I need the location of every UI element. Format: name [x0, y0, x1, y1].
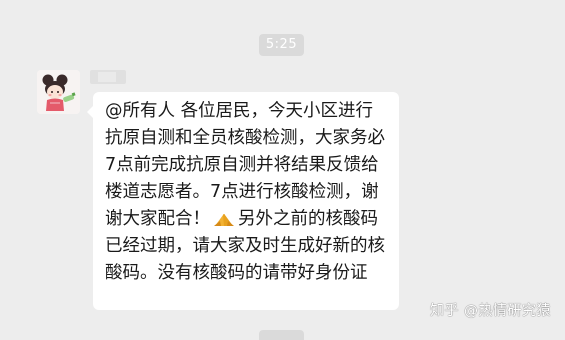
folded-hands-icon [214, 214, 234, 226]
chat-screen: { "timestamp": "5:25", "sender": { "name… [0, 0, 565, 340]
next-timestamp-badge-partial [259, 330, 304, 340]
zhihu-watermark: 知乎 @热情研究猿 [430, 303, 551, 319]
cartoon-girl-avatar-icon [37, 70, 80, 114]
message-bubble[interactable]: @所有人 各位居民，今天小区进行抗原自测和全员核酸检测，大家务必7点前完成抗原自… [87, 92, 399, 310]
timestamp-badge: 5:25 [259, 34, 304, 56]
sender-avatar[interactable] [37, 70, 80, 114]
sender-name-blurred [90, 70, 126, 84]
message-text: @所有人 各位居民，今天小区进行抗原自测和全员核酸检测，大家务必7点前完成抗原自… [105, 98, 389, 287]
